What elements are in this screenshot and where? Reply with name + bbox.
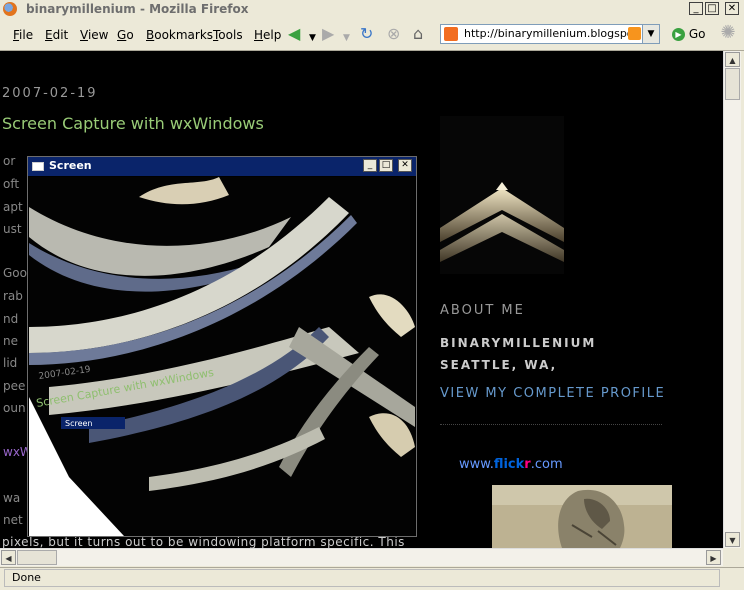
window-icon: [32, 162, 44, 171]
flickr-photo[interactable]: [492, 485, 672, 548]
post-text-fragment: ust: [3, 222, 22, 236]
menu-bookmarks[interactable]: Bookmarks: [146, 28, 213, 42]
post-text-fragment: Goo: [3, 266, 27, 280]
scroll-down-arrow-icon[interactable]: ▼: [725, 532, 740, 547]
screen-close-button[interactable]: ✕: [398, 159, 412, 172]
go-icon: ▶: [672, 28, 685, 41]
post-text-fragment: ne: [3, 334, 18, 348]
flickr-logo[interactable]: www.flickr.com: [459, 457, 563, 472]
maximize-button[interactable]: □: [705, 2, 719, 15]
vertical-scrollbar[interactable]: ▲ ▼: [723, 51, 741, 548]
profile-location: SEATTLE, WA,: [440, 358, 558, 372]
view-profile-link[interactable]: VIEW MY COMPLETE PROFILE: [440, 386, 665, 401]
screen-minimize-button[interactable]: _: [363, 159, 377, 172]
post-text-fragment: oft: [3, 177, 20, 191]
about-me-heading: ABOUT ME: [440, 303, 525, 318]
screen-maximize-button[interactable]: □: [379, 159, 393, 172]
go-button[interactable]: ▶ Go: [672, 27, 705, 41]
status-bar: Done: [0, 567, 744, 590]
url-dropdown-icon[interactable]: ▼: [642, 25, 659, 43]
back-dropdown-icon[interactable]: ▼: [309, 30, 316, 46]
menu-edit[interactable]: Edit: [45, 28, 68, 42]
sidebar-divider: [440, 424, 662, 425]
post-text-fragment: rab: [3, 289, 23, 303]
close-button[interactable]: ✕: [725, 2, 739, 15]
window-title: binarymillenium - Mozilla Firefox: [26, 2, 249, 16]
status-text: Done: [12, 571, 41, 584]
horizontal-scroll-thumb[interactable]: [17, 550, 57, 565]
post-text-fragment: nd: [3, 312, 19, 326]
rss-feed-icon[interactable]: [628, 27, 641, 40]
post-text-fragment: wa: [3, 491, 21, 505]
throbber-icon: ✺: [720, 22, 736, 43]
vertical-scroll-thumb[interactable]: [725, 68, 740, 100]
forward-arrow-icon[interactable]: ▶: [322, 26, 334, 42]
menu-view[interactable]: View: [80, 28, 108, 42]
status-panel: [4, 569, 720, 587]
menu-go[interactable]: Go: [117, 28, 134, 42]
horizontal-scrollbar[interactable]: ◀ ▶: [0, 548, 723, 566]
post-title[interactable]: Screen Capture with wxWindows: [2, 114, 264, 133]
post-text-fragment: pee: [3, 379, 26, 393]
menu-tools[interactable]: Tools: [213, 28, 243, 42]
back-arrow-icon[interactable]: ◀: [288, 26, 300, 42]
page-content: 2007-02-19 Screen Capture with wxWindows…: [0, 51, 723, 548]
screen-capture-image: 2007-02-19 Screen Capture with wxWindows…: [29, 177, 415, 536]
scroll-up-arrow-icon[interactable]: ▲: [725, 52, 740, 67]
forward-dropdown-icon[interactable]: ▼: [343, 30, 350, 46]
scroll-left-arrow-icon[interactable]: ◀: [1, 550, 16, 565]
post-text-fragment: oun: [3, 401, 26, 415]
profile-image[interactable]: [440, 116, 564, 274]
blogger-icon: [444, 27, 458, 41]
url-bar[interactable]: http://binarymillenium.blogspot.com/ ▼: [440, 24, 660, 44]
profile-name: BINARYMILLENIUM: [440, 336, 597, 350]
go-label: Go: [688, 27, 706, 41]
url-text[interactable]: http://binarymillenium.blogspot.com/: [464, 27, 634, 40]
screen-window-title: Screen: [49, 159, 92, 172]
post-text-fragment: net: [3, 513, 23, 527]
svg-text:Screen: Screen: [65, 419, 93, 428]
screen-window-titlebar[interactable]: Screen _ □ ✕: [28, 157, 416, 176]
firefox-icon: [3, 2, 17, 16]
menu-file[interactable]: File: [13, 28, 33, 42]
post-text-fragment: apt: [3, 200, 23, 214]
post-date: 2007-02-19: [2, 86, 98, 101]
post-text-fragment: or: [3, 154, 16, 168]
home-icon[interactable]: ⌂: [413, 26, 423, 42]
stop-icon[interactable]: ⊗: [387, 26, 400, 42]
post-text-fragment: lid: [3, 356, 18, 370]
scroll-corner: [723, 548, 744, 565]
window-titlebar: binarymillenium - Mozilla Firefox _ □ ✕: [0, 0, 744, 19]
minimize-button[interactable]: _: [689, 2, 703, 15]
scroll-right-arrow-icon[interactable]: ▶: [706, 550, 721, 565]
menu-toolbar: File Edit View Go Bookmarks Tools Help ◀…: [0, 19, 744, 51]
menu-help[interactable]: Help: [254, 28, 281, 42]
reload-icon[interactable]: ↻: [360, 26, 373, 42]
screen-capture-window[interactable]: Screen _ □ ✕ 2007-02-19 Screen Capture w…: [27, 156, 417, 537]
